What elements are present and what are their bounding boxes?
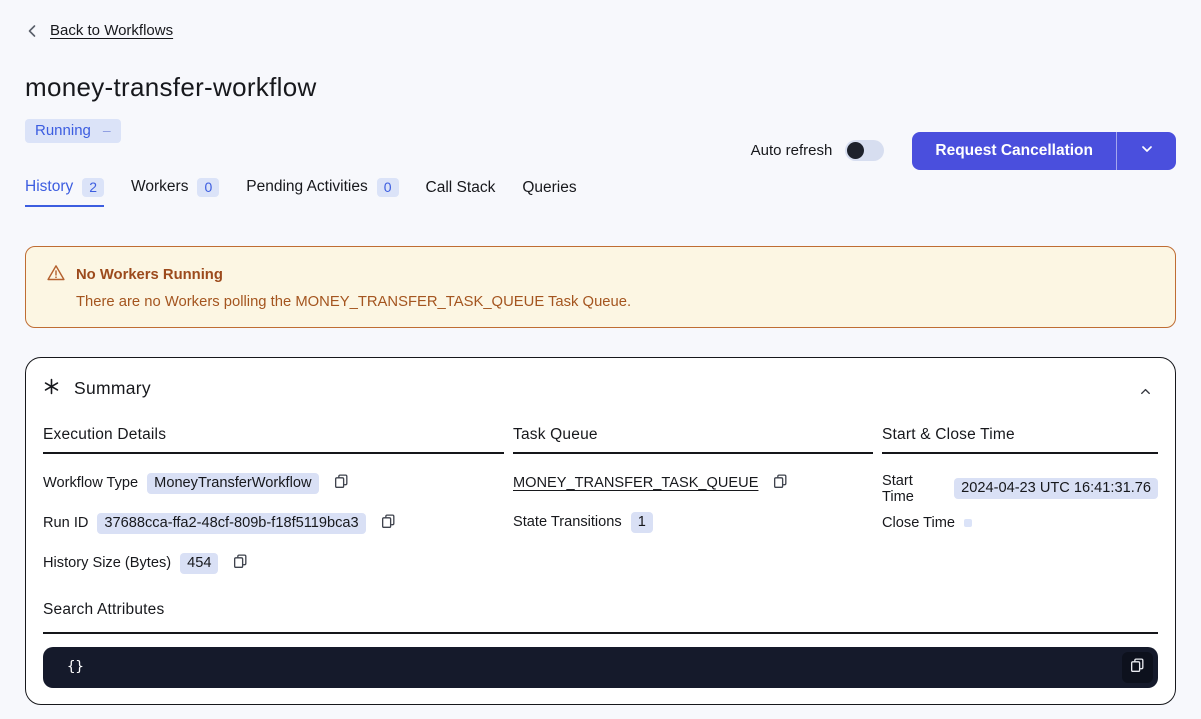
start-close-time-heading: Start & Close Time	[882, 426, 1158, 454]
state-transitions-row: State Transitions 1	[513, 512, 873, 533]
tab-count-badge: 2	[82, 178, 104, 197]
status-badge: Running –	[25, 119, 121, 143]
task-queue-heading: Task Queue	[513, 426, 873, 454]
start-time-label: Start Time	[882, 473, 945, 505]
page-title: money-transfer-workflow	[25, 72, 1176, 103]
auto-refresh-toggle[interactable]	[845, 140, 884, 161]
copy-run-id-button[interactable]	[380, 513, 397, 533]
search-attributes-code-block: {}	[43, 647, 1158, 688]
auto-refresh-label: Auto refresh	[751, 142, 833, 159]
copy-history-size-button[interactable]	[232, 553, 249, 573]
toggle-knob	[847, 142, 864, 159]
status-dash: –	[103, 122, 111, 138]
tab-label: Queries	[522, 179, 576, 197]
tab-workers[interactable]: Workers 0	[131, 178, 219, 207]
copy-icon	[380, 513, 397, 533]
request-cancellation-button[interactable]: Request Cancellation	[912, 132, 1116, 170]
start-time-value: 2024-04-23 UTC 16:41:31.76	[954, 478, 1158, 499]
tab-label: History	[25, 178, 73, 196]
tab-label: Pending Activities	[246, 178, 368, 196]
tab-bar: History 2 Workers 0 Pending Activities 0…	[25, 178, 1176, 207]
copy-icon	[772, 473, 789, 493]
state-transitions-label: State Transitions	[513, 514, 622, 530]
run-id-label: Run ID	[43, 515, 88, 531]
run-id-value: 37688cca-ffa2-48cf-809b-f18f5119bca3	[97, 513, 365, 534]
history-size-label: History Size (Bytes)	[43, 555, 171, 571]
page-header: money-transfer-workflow Running – Auto r…	[25, 72, 1176, 143]
copy-icon	[1129, 657, 1146, 677]
execution-details-section: Execution Details Workflow Type MoneyTra…	[43, 426, 504, 574]
collapse-summary-button[interactable]	[1134, 380, 1157, 406]
history-size-row: History Size (Bytes) 454	[43, 553, 504, 574]
task-queue-row: MONEY_TRANSFER_TASK_QUEUE	[513, 473, 873, 493]
workflow-detail-page: Back to Workflows money-transfer-workflo…	[0, 0, 1201, 719]
copy-search-attributes-button[interactable]	[1122, 652, 1153, 683]
asterisk-icon	[43, 378, 60, 400]
summary-title: Summary	[74, 378, 151, 399]
task-queue-link[interactable]: MONEY_TRANSFER_TASK_QUEUE	[513, 475, 758, 491]
header-controls: Auto refresh Request Cancellation	[751, 132, 1176, 170]
chevron-left-icon	[25, 23, 39, 39]
start-time-row: Start Time 2024-04-23 UTC 16:41:31.76	[882, 473, 1158, 505]
banner-title: No Workers Running	[76, 267, 223, 283]
cancellation-menu-button[interactable]	[1116, 132, 1176, 170]
copy-icon	[333, 473, 350, 493]
run-id-row: Run ID 37688cca-ffa2-48cf-809b-f18f5119b…	[43, 513, 504, 534]
status-label: Running	[35, 122, 91, 139]
close-time-empty-badge	[964, 519, 972, 527]
close-time-label: Close Time	[882, 515, 955, 531]
search-attributes-value: {}	[67, 659, 84, 675]
copy-task-queue-button[interactable]	[772, 473, 789, 493]
execution-details-heading: Execution Details	[43, 426, 504, 454]
workflow-type-label: Workflow Type	[43, 475, 138, 491]
tab-queries[interactable]: Queries	[522, 179, 576, 207]
request-cancellation-button-group: Request Cancellation	[912, 132, 1176, 170]
chevron-down-icon	[1139, 141, 1155, 160]
no-workers-warning-banner: No Workers Running There are no Workers …	[25, 246, 1176, 328]
tab-label: Call Stack	[426, 179, 496, 197]
summary-card: Summary Execution Details Workflow Type …	[25, 357, 1176, 705]
start-close-time-section: Start & Close Time Start Time 2024-04-23…	[882, 426, 1158, 574]
warning-icon	[46, 263, 66, 288]
history-size-value: 454	[180, 553, 218, 574]
workflow-type-row: Workflow Type MoneyTransferWorkflow	[43, 473, 504, 494]
banner-message: There are no Workers polling the MONEY_T…	[76, 294, 1155, 310]
back-to-workflows-link[interactable]: Back to Workflows	[25, 22, 173, 39]
close-time-row: Close Time	[882, 515, 1158, 531]
tab-label: Workers	[131, 178, 188, 196]
tab-history[interactable]: History 2	[25, 178, 104, 207]
workflow-type-value: MoneyTransferWorkflow	[147, 473, 318, 494]
state-transitions-value: 1	[631, 512, 653, 533]
search-attributes-heading: Search Attributes	[43, 601, 1158, 634]
tab-count-badge: 0	[197, 178, 219, 197]
copy-workflow-type-button[interactable]	[333, 473, 350, 493]
tab-count-badge: 0	[377, 178, 399, 197]
tab-pending-activities[interactable]: Pending Activities 0	[246, 178, 398, 207]
copy-icon	[232, 553, 249, 573]
task-queue-section: Task Queue MONEY_TRANSFER_TASK_QUEUE	[513, 426, 873, 574]
back-link-label: Back to Workflows	[50, 22, 173, 39]
tab-call-stack[interactable]: Call Stack	[426, 179, 496, 207]
chevron-up-icon	[1138, 384, 1153, 402]
